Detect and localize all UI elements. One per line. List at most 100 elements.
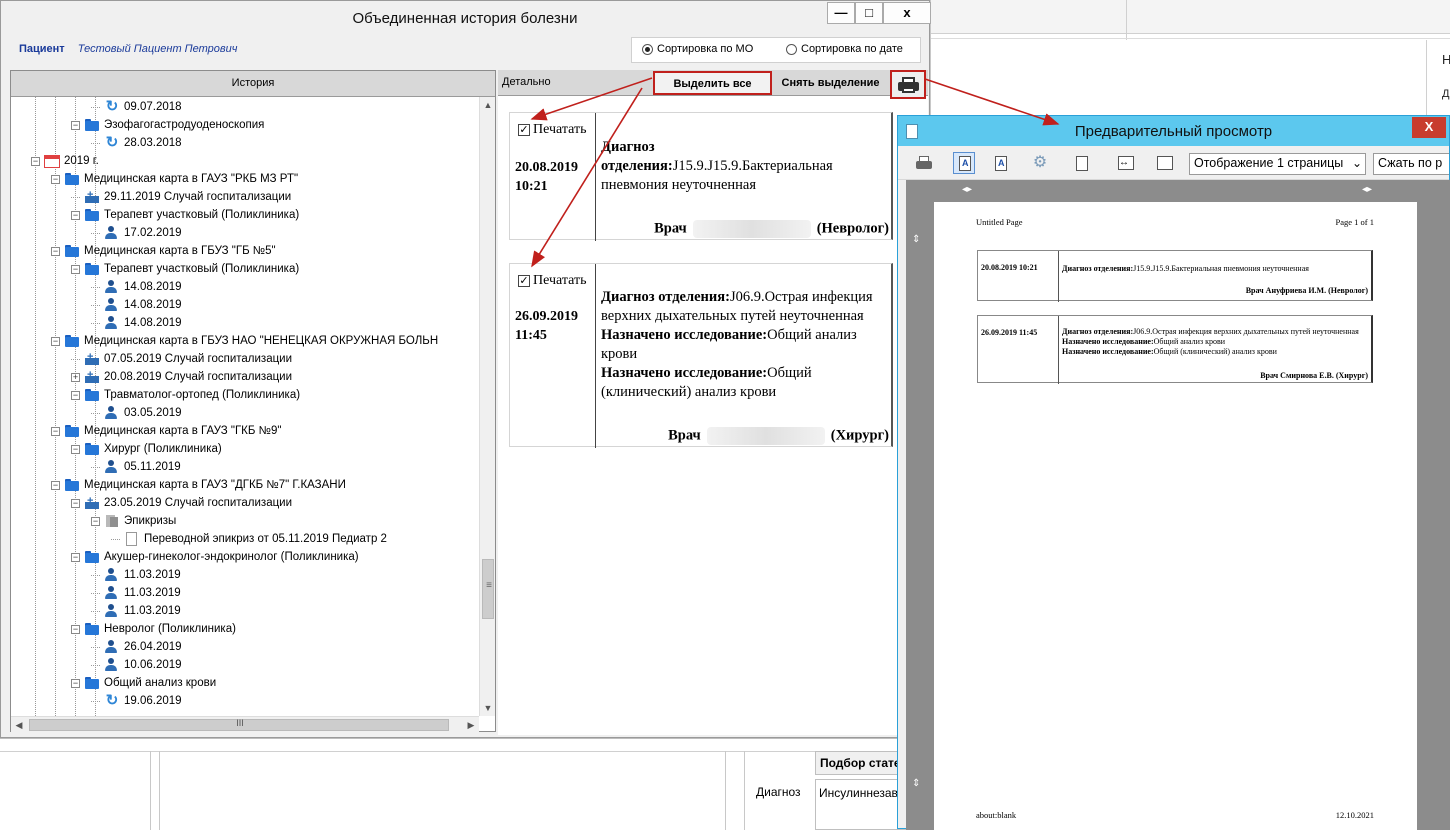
- clear-selection-button[interactable]: Снять выделение: [778, 71, 883, 95]
- tree-node[interactable]: − Невролог (Поликлиника): [71, 620, 236, 638]
- scrollbar-thumb[interactable]: ≡: [482, 559, 494, 619]
- settings-gear-icon[interactable]: ⚙: [1029, 152, 1051, 174]
- margin-handle-icon[interactable]: ◂▸: [1362, 184, 1372, 195]
- doctor-icon: [104, 280, 120, 294]
- sort-by-date-radio[interactable]: Сортировка по дате: [786, 43, 903, 55]
- collapse-icon[interactable]: −: [51, 246, 60, 256]
- tree-node[interactable]: 14.08.2019: [91, 278, 182, 296]
- sort-by-mo-radio[interactable]: Сортировка по МО: [642, 43, 753, 55]
- tree-node[interactable]: +20.08.2019 Случай госпитализации: [71, 366, 292, 386]
- tree-node-label: 19.06.2019: [124, 695, 182, 707]
- tree-node[interactable]: Переводной эпикриз от 05.11.2019 Педиатр…: [111, 530, 387, 548]
- collapse-icon[interactable]: −: [91, 516, 100, 526]
- dialog-titlebar[interactable]: Объединенная история болезни — □ x: [1, 1, 931, 35]
- tree-node[interactable]: 03.05.2019: [91, 404, 182, 422]
- font-increase-icon[interactable]: A: [953, 152, 975, 174]
- select-all-button[interactable]: Выделить все: [653, 71, 772, 95]
- maximize-button[interactable]: □: [855, 2, 883, 24]
- tree-node[interactable]: 17.02.2019: [91, 224, 182, 242]
- tree-node[interactable]: − Медицинская карта в ГАУЗ "ДГКБ №7" Г.КА…: [51, 476, 346, 494]
- collapse-icon[interactable]: −: [51, 480, 60, 490]
- collapse-icon[interactable]: −: [71, 264, 80, 274]
- margin-handle-icon[interactable]: ⇕: [912, 778, 920, 789]
- tree-node[interactable]: ↻ 09.07.2018: [91, 98, 182, 116]
- hospitalization-icon: [84, 348, 100, 366]
- close-button[interactable]: x: [883, 2, 931, 24]
- collapse-icon[interactable]: −: [71, 210, 80, 220]
- collapse-icon[interactable]: −: [51, 174, 60, 184]
- scrollbar-thumb[interactable]: III: [29, 718, 449, 731]
- scroll-right-icon[interactable]: ▶: [463, 717, 479, 733]
- tree-node[interactable]: 14.08.2019: [91, 314, 182, 332]
- tree-node-label: 11.03.2019: [124, 605, 181, 617]
- expand-icon[interactable]: +: [71, 372, 80, 382]
- fit-mode-select[interactable]: Сжать по р: [1373, 153, 1449, 175]
- scroll-left-icon[interactable]: ◀: [11, 717, 27, 733]
- history-entry-card: ✓ Печатать 26.09.2019 11:45 Диагноз отде…: [509, 263, 893, 448]
- print-button[interactable]: [890, 70, 926, 99]
- redacted-name: [706, 427, 825, 445]
- page-view-icon[interactable]: [1070, 152, 1092, 174]
- tree-node[interactable]: ↻ 28.03.2018: [91, 134, 182, 152]
- fit-page-icon[interactable]: [1153, 152, 1175, 174]
- minimize-button[interactable]: —: [827, 2, 855, 24]
- tree-node[interactable]: − Терапевт участковый (Поликлиника): [71, 260, 299, 278]
- tree-node[interactable]: 11.03.2019: [91, 602, 181, 620]
- scroll-down-icon[interactable]: ▼: [480, 700, 496, 716]
- collapse-icon[interactable]: −: [31, 156, 40, 166]
- collapse-icon[interactable]: −: [51, 426, 60, 436]
- tree-node[interactable]: − Медицинская карта в ГБУЗ НАО "НЕНЕЦКАЯ …: [51, 332, 438, 350]
- tree-node[interactable]: 11.03.2019: [91, 584, 181, 602]
- tree-node-label: Акушер-гинеколог-эндокринолог (Поликлини…: [104, 551, 359, 563]
- tree-node[interactable]: 14.08.2019: [91, 296, 182, 314]
- tree-node[interactable]: 10.06.2019: [91, 656, 182, 674]
- doctor-icon: [104, 316, 120, 330]
- folder-icon: [64, 172, 80, 186]
- tree-horizontal-scrollbar[interactable]: ◀ III ▶: [11, 716, 479, 732]
- radio-unchecked-icon: [786, 43, 797, 55]
- tree-node[interactable]: − Эзофагогастродуоденоскопия: [71, 116, 264, 134]
- preview-canvas[interactable]: ◂▸ ◂▸ ⇕ ⇕ Untitled Page Page 1 of 1 20.0…: [906, 180, 1450, 830]
- preview-toolbar: A A ⚙ ↔ Отображение 1 страницы ⌄ Сжать по…: [898, 146, 1449, 180]
- view-mode-select[interactable]: Отображение 1 страницы ⌄: [1189, 153, 1366, 175]
- tree-node-label: Медицинская карта в ГАУЗ "ДГКБ №7" Г.КАЗ…: [84, 479, 346, 491]
- margin-handle-icon[interactable]: ⇕: [912, 234, 920, 245]
- tree-node[interactable]: − Травматолог-ортопед (Поликлиника): [71, 386, 300, 404]
- tree-node[interactable]: 29.11.2019 Случай госпитализации: [71, 186, 291, 206]
- tree-node[interactable]: − Общий анализ крови: [71, 674, 216, 692]
- tree-node[interactable]: − Акушер-гинеколог-эндокринолог (Поликлин…: [71, 548, 359, 566]
- collapse-icon[interactable]: −: [71, 678, 80, 688]
- print-checkbox[interactable]: ✓ Печатать: [518, 273, 587, 289]
- tree-node[interactable]: − Терапевт участковый (Поликлиника): [71, 206, 299, 224]
- font-decrease-icon[interactable]: A: [989, 152, 1011, 174]
- tree-node[interactable]: − Медицинская карта в ГАУЗ "ГКБ №9": [51, 422, 281, 440]
- preview-close-button[interactable]: X: [1412, 117, 1446, 138]
- tree-node[interactable]: − 2019 г.: [31, 152, 99, 170]
- collapse-icon[interactable]: −: [51, 336, 60, 346]
- preview-page: Untitled Page Page 1 of 1 20.08.2019 10:…: [934, 202, 1417, 830]
- collapse-icon[interactable]: −: [71, 624, 80, 634]
- fit-width-icon[interactable]: ↔: [1114, 152, 1136, 174]
- margin-handle-icon[interactable]: ◂▸: [962, 184, 972, 195]
- tree-node[interactable]: − Медицинская карта в ГБУЗ "ГБ №5": [51, 242, 276, 260]
- tree-vertical-scrollbar[interactable]: ▲ ≡ ▼: [479, 97, 495, 716]
- tree-node[interactable]: − Эпикризы: [91, 512, 176, 530]
- print-checkbox[interactable]: ✓ Печатать: [518, 122, 587, 138]
- tree-node[interactable]: 07.05.2019 Случай госпитализации: [71, 348, 292, 368]
- collapse-icon[interactable]: −: [71, 498, 80, 508]
- scroll-up-icon[interactable]: ▲: [480, 97, 496, 113]
- history-tree[interactable]: ↻ 09.07.2018 − Эзофагогастродуоденоскопия ↻ 2…: [11, 97, 479, 716]
- tree-node[interactable]: − 23.05.2019 Случай госпитализации: [71, 492, 292, 512]
- tree-node[interactable]: 11.03.2019: [91, 566, 181, 584]
- tree-node[interactable]: − Хирург (Поликлиника): [71, 440, 222, 458]
- collapse-icon[interactable]: −: [71, 444, 80, 454]
- collapse-icon[interactable]: −: [71, 120, 80, 130]
- tree-node[interactable]: ↻ 19.06.2019: [91, 692, 182, 710]
- print-icon[interactable]: [912, 152, 934, 174]
- preview-titlebar[interactable]: Предварительный просмотр X: [898, 116, 1449, 146]
- tree-node-label: 26.04.2019: [124, 641, 182, 653]
- tree-node[interactable]: 05.11.2019: [91, 458, 181, 476]
- collapse-icon[interactable]: −: [71, 552, 80, 562]
- tree-node[interactable]: 26.04.2019: [91, 638, 182, 656]
- collapse-icon[interactable]: −: [71, 390, 80, 400]
